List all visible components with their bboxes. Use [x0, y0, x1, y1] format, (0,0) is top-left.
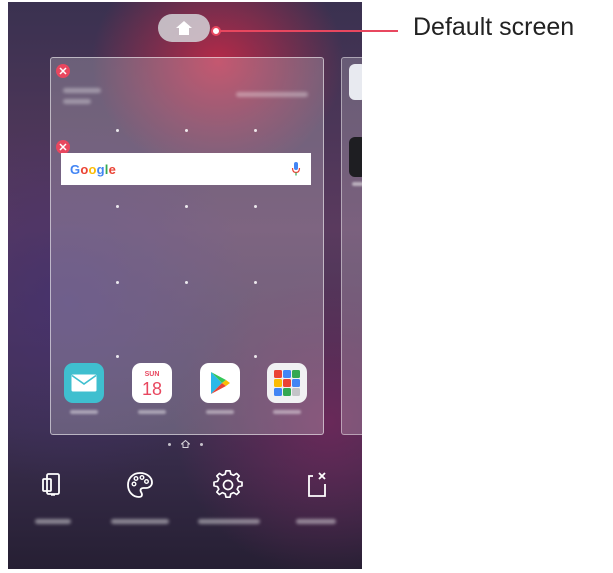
home-screen-settings-button[interactable] [213, 470, 243, 500]
app-label [70, 410, 98, 414]
grid-dot [254, 281, 257, 284]
app-label [206, 410, 234, 414]
home-page-indicator-icon [180, 440, 190, 448]
calendar-date: 18 [141, 378, 163, 399]
app-trash-icon [308, 472, 326, 497]
next-screen-app-icon [349, 137, 362, 177]
grid-dot [185, 205, 188, 208]
next-screen-app-label [352, 182, 362, 186]
app-trash-button[interactable] [301, 470, 331, 500]
grid-dot [116, 129, 119, 132]
app-label [138, 410, 166, 414]
mail-icon [71, 374, 97, 392]
palette-icon [127, 472, 153, 498]
grid-dot [116, 205, 119, 208]
widgets-button[interactable] [38, 470, 68, 500]
next-screen-panel[interactable] [341, 57, 362, 435]
tray-label [35, 519, 71, 524]
remove-widget-button[interactable] [56, 140, 70, 154]
grid-dot [254, 205, 257, 208]
google-logo: Google [70, 161, 117, 177]
folder-icon [274, 370, 300, 396]
grid-dot [116, 355, 119, 358]
microphone-icon[interactable] [291, 161, 301, 177]
clock-widget-date [63, 99, 91, 104]
grid-dot [185, 129, 188, 132]
callout-label: Default screen [413, 13, 575, 41]
settings-gear-icon [213, 470, 243, 498]
google-search-widget[interactable]: Google [61, 153, 311, 185]
clock-widget-time [63, 88, 101, 93]
tray-label [198, 519, 260, 524]
next-screen-app-icon [349, 64, 362, 100]
page-dot [167, 442, 171, 446]
close-icon [59, 143, 67, 151]
wallpaper-theme-button[interactable] [125, 470, 155, 500]
page-indicator [8, 439, 362, 449]
home-icon [176, 21, 192, 35]
home-screen-editor: Google SUN 18 [8, 2, 362, 569]
calendar-day: SUN [144, 370, 160, 378]
app-icon-email[interactable] [64, 363, 104, 403]
clock-widget-weather [236, 92, 308, 97]
app-icon-calendar[interactable]: SUN 18 [132, 363, 172, 403]
grid-dot [254, 355, 257, 358]
page-dot [199, 442, 203, 446]
remove-widget-button[interactable] [56, 64, 70, 78]
play-store-icon [211, 372, 230, 394]
grid-dot [254, 129, 257, 132]
default-screen-button[interactable] [158, 14, 210, 42]
grid-dot [185, 281, 188, 284]
app-label [273, 410, 301, 414]
app-icon-play-store[interactable] [200, 363, 240, 403]
app-icon-google-folder[interactable] [267, 363, 307, 403]
grid-dot [116, 281, 119, 284]
tray-label [296, 519, 336, 524]
tray-label [111, 519, 169, 524]
close-icon [59, 67, 67, 75]
widgets-icon [42, 473, 60, 496]
